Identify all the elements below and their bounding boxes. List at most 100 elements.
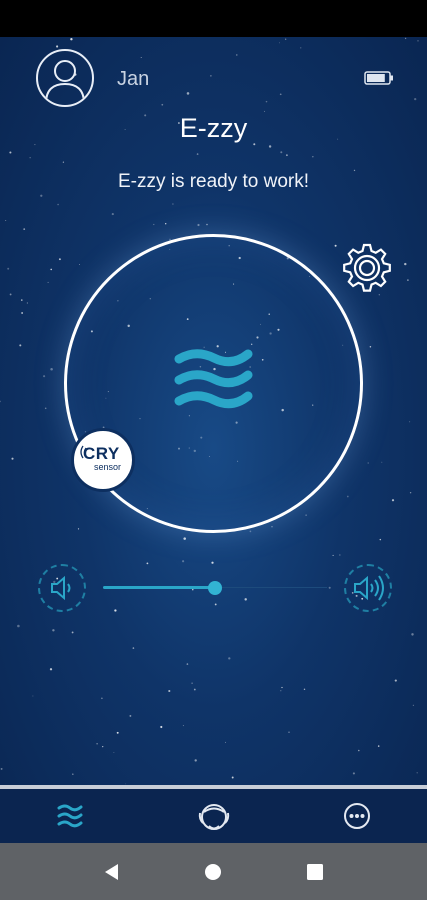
- waves-icon: [57, 804, 83, 828]
- user-avatar[interactable]: [36, 49, 94, 107]
- star-dot: [409, 421, 411, 423]
- star-dot: [172, 203, 174, 205]
- star-dot: [182, 560, 185, 563]
- status-bar: [0, 0, 427, 37]
- star-dot: [21, 312, 23, 314]
- star-dot: [96, 743, 98, 745]
- star-dot: [412, 704, 415, 706]
- star-dot: [140, 57, 142, 59]
- star-dot: [129, 714, 132, 717]
- star-dot: [182, 725, 184, 727]
- star-dot: [186, 92, 190, 95]
- cry-sensor-label: CRY: [83, 444, 120, 463]
- star-dot: [77, 528, 80, 530]
- star-dot: [168, 689, 171, 693]
- star-dot: [116, 731, 119, 734]
- star-dot: [146, 562, 149, 565]
- volume-slider-track: [215, 587, 327, 588]
- star-dot: [57, 203, 59, 206]
- username-label: Jan: [117, 68, 150, 90]
- baby-head-icon: [198, 804, 230, 830]
- star-dot: [280, 151, 283, 154]
- star-dot: [417, 40, 419, 42]
- star-dot: [303, 688, 306, 691]
- star-dot: [414, 97, 417, 101]
- star-dot: [339, 554, 341, 556]
- nav-tab-baby[interactable]: [174, 789, 254, 843]
- star-dot: [244, 598, 247, 601]
- star-dot: [411, 633, 414, 636]
- status-message: E-zzy is ready to work!: [117, 171, 310, 192]
- star-dot: [346, 495, 349, 498]
- star-dot: [334, 244, 337, 247]
- star-dot: [352, 772, 355, 775]
- waves-logo-icon: [174, 349, 253, 409]
- star-dot: [286, 154, 288, 157]
- star-dot: [377, 745, 380, 747]
- star-dot: [210, 75, 212, 77]
- settings-button[interactable]: [340, 241, 394, 295]
- star-dot: [206, 223, 208, 226]
- star-dot: [52, 629, 55, 632]
- volume-slider[interactable]: [103, 578, 327, 598]
- system-navigation-bar: [0, 843, 427, 900]
- star-dot: [70, 38, 73, 41]
- star-dot: [44, 407, 47, 410]
- star-dot: [7, 267, 10, 270]
- star-dot: [32, 695, 34, 697]
- home-circle-icon: [205, 864, 221, 880]
- main-screen: Jan E-zzy E-zzy is ready to work! CRY se…: [0, 37, 427, 785]
- star-dot: [279, 93, 282, 96]
- volume-down-button[interactable]: [38, 564, 86, 612]
- star-dot: [312, 156, 314, 158]
- nav-tab-more[interactable]: [317, 789, 397, 843]
- star-dot: [23, 228, 26, 230]
- nav-tab-waves[interactable]: [30, 789, 110, 843]
- star-dot: [191, 682, 193, 684]
- star-dot: [153, 223, 155, 226]
- star-dot: [43, 375, 46, 378]
- back-button[interactable]: [97, 857, 127, 887]
- star-dot: [416, 772, 418, 774]
- back-triangle-icon: [105, 864, 118, 880]
- star-dot: [5, 219, 7, 222]
- star-dot: [29, 157, 31, 159]
- star-dot: [19, 344, 22, 347]
- star-dot: [265, 100, 268, 103]
- star-dot: [132, 647, 135, 649]
- star-dot: [72, 773, 74, 775]
- star-dot: [214, 603, 217, 606]
- star-dot: [305, 514, 307, 516]
- gear-icon: [343, 243, 391, 292]
- star-dot: [101, 697, 103, 700]
- home-button[interactable]: [198, 857, 228, 887]
- star-dot: [71, 631, 74, 634]
- recents-button[interactable]: [300, 857, 330, 887]
- star-dot: [79, 263, 81, 265]
- volume-up-button[interactable]: [344, 564, 392, 612]
- star-dot: [50, 368, 53, 371]
- cry-sensor-button[interactable]: CRY sensor: [71, 428, 135, 492]
- star-dot: [34, 144, 36, 146]
- star-dot: [381, 461, 383, 463]
- star-dot: [231, 776, 234, 779]
- star-dot: [17, 624, 20, 628]
- star-dot: [367, 462, 369, 464]
- star-dot: [358, 749, 360, 752]
- star-dot: [193, 688, 196, 691]
- battery-level-fill: [367, 74, 385, 82]
- star-dot: [264, 110, 266, 112]
- star-dot: [288, 731, 290, 733]
- star-dot: [102, 745, 104, 748]
- star-dot: [391, 499, 395, 502]
- star-dot: [160, 725, 163, 729]
- star-dot: [228, 657, 231, 660]
- star-dot: [225, 741, 226, 743]
- star-dot: [21, 299, 23, 301]
- star-dot: [9, 293, 12, 296]
- star-dot: [197, 223, 200, 227]
- star-dot: [194, 759, 197, 762]
- star-dot: [0, 767, 3, 770]
- volume-slider-thumb[interactable]: [208, 581, 222, 595]
- star-dot: [113, 751, 115, 753]
